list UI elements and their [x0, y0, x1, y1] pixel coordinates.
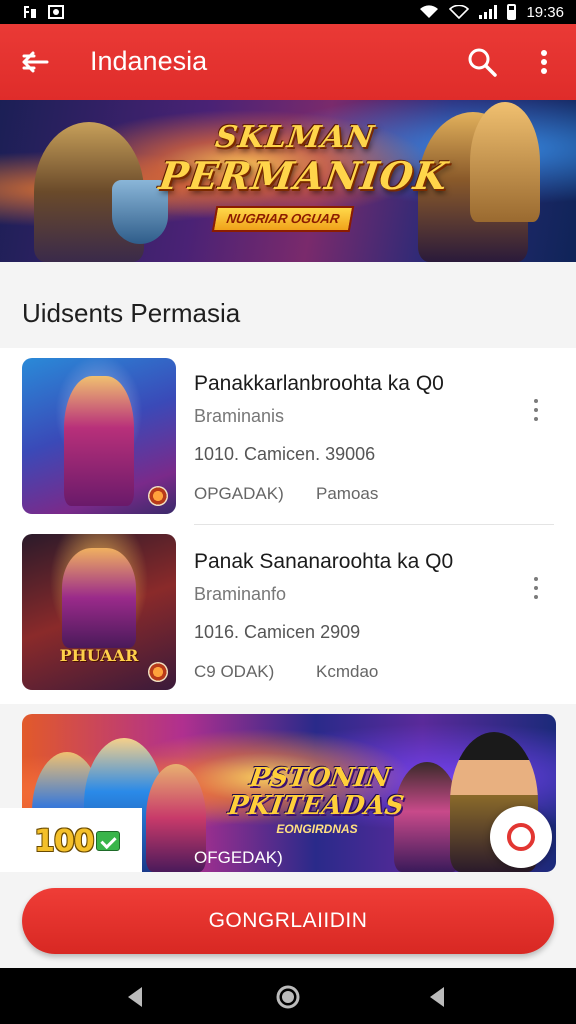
- check-icon: [95, 831, 120, 851]
- hero-banner[interactable]: SKLMAN PERMANIOK NUGRIAR OGUAR: [0, 100, 576, 262]
- item-tag-left: OPGADAK): [194, 484, 284, 503]
- nav-back-icon[interactable]: [122, 984, 148, 1010]
- item-subtitle: Braminanfo: [194, 584, 287, 604]
- status-time: 19:36: [526, 3, 564, 21]
- item-meta: 1016. Camicen 2909: [194, 622, 361, 642]
- image-icon: [48, 5, 64, 19]
- ring-icon: [507, 823, 535, 851]
- character-figure: [64, 376, 134, 506]
- item-meta: 1010. Camicen. 39006: [194, 444, 376, 464]
- search-icon[interactable]: [466, 46, 498, 78]
- hero-ribbon: NUGRIAR OGUAR: [211, 206, 355, 232]
- section-title: Uidsents Permasia: [22, 298, 241, 328]
- item-tag-right: Kcmdao: [316, 662, 379, 681]
- promo-subtitle: EONGIRDNAS: [276, 822, 358, 836]
- hero-title: SKLMAN PERMANIOK: [156, 120, 452, 198]
- system-nav-bar: [0, 968, 576, 1024]
- item-tag-right: Pamoas: [316, 484, 379, 503]
- wifi-alt-icon: [449, 5, 470, 19]
- promo-title: PSTONIN PKITEADAS: [214, 763, 422, 821]
- promo-tag: OFGEDAK): [194, 848, 283, 867]
- game-badge-icon: [148, 662, 168, 682]
- game-badge-icon: [148, 486, 168, 506]
- more-vert-icon[interactable]: [530, 46, 558, 78]
- hero-title-line2: PERMANIOK: [156, 153, 452, 198]
- signal-icon: [479, 5, 498, 19]
- character-figure: [62, 548, 136, 648]
- promo-title-line2: PKITEADAS: [226, 791, 406, 821]
- item-title: Panakkarlanbroohta ka Q0: [194, 372, 444, 395]
- nav-recents-icon[interactable]: [424, 984, 450, 1010]
- game-list: Panakkarlanbroohta ka Q0 Braminanis 1010…: [0, 348, 576, 704]
- page-title: Indanesia: [90, 46, 208, 76]
- list-item[interactable]: PHUAAR Panak Sananaroohta ka Q0 Braminan…: [0, 526, 576, 696]
- coin-badge[interactable]: 100: [34, 822, 120, 860]
- notification-icon: [24, 6, 36, 18]
- screen: 19:36 Indanesia SKLMAN PERMANIOK NUGRIAR…: [0, 0, 576, 1024]
- back-arrow-icon[interactable]: [20, 48, 50, 76]
- hero-title-line1: SKLMAN: [213, 120, 377, 155]
- list-divider: [194, 524, 554, 525]
- game-thumbnail: [22, 358, 176, 514]
- hero-character-far-right: [470, 102, 540, 222]
- item-tag-left: C9 ODAK): [194, 662, 275, 681]
- item-title: Panak Sananaroohta ka Q0: [194, 550, 454, 573]
- list-item[interactable]: Panakkarlanbroohta ka Q0 Braminanis 1010…: [0, 348, 576, 518]
- app-bar: Indanesia: [0, 24, 576, 100]
- item-more-icon[interactable]: [528, 396, 544, 424]
- section-header: Uidsents Permasia: [0, 270, 576, 348]
- coin-value: 100: [34, 823, 95, 859]
- game-thumbnail: PHUAAR: [22, 534, 176, 690]
- battery-icon: [507, 4, 517, 20]
- item-more-icon[interactable]: [528, 574, 544, 602]
- cta-button[interactable]: GONGRLAIIDIN: [22, 888, 554, 954]
- item-subtitle: Braminanis: [194, 406, 285, 426]
- wifi-icon: [420, 5, 439, 19]
- nav-home-icon[interactable]: [275, 984, 301, 1010]
- floating-action-button[interactable]: [490, 806, 552, 868]
- status-bar: 19:36: [0, 0, 576, 24]
- promo-title-line1: PSTONIN: [247, 763, 393, 793]
